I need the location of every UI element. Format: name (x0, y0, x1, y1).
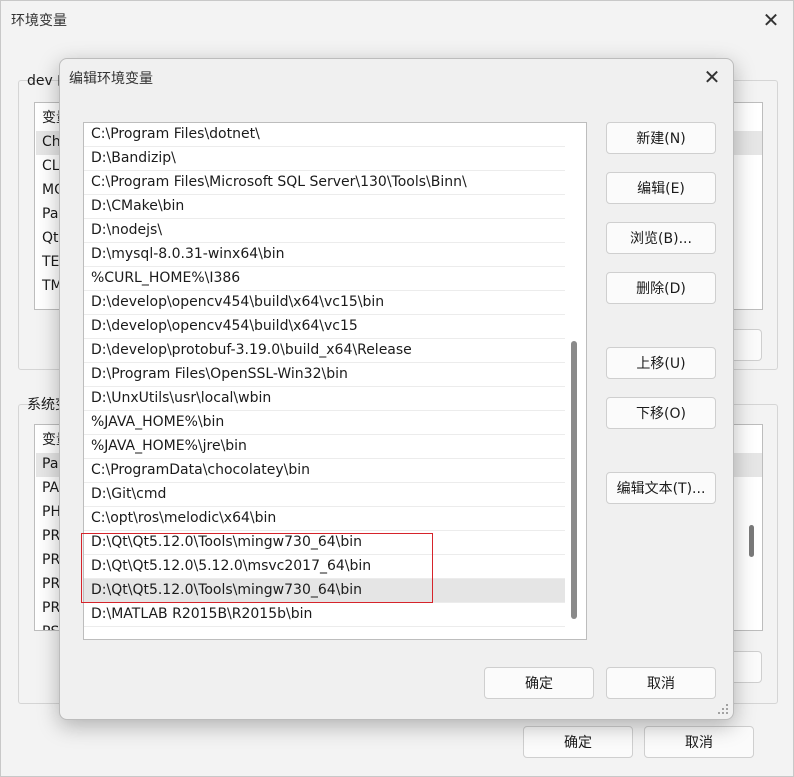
edit-button[interactable]: 编辑(E) (606, 172, 716, 204)
dialog-ok-button[interactable]: 确定 (484, 667, 594, 699)
list-item[interactable]: Pa (42, 202, 58, 226)
list-item[interactable]: PR (42, 572, 60, 596)
parent-ok-button[interactable]: 确定 (523, 726, 633, 758)
resize-grip-icon[interactable] (718, 704, 730, 716)
close-icon[interactable]: ✕ (759, 8, 783, 32)
edit-text-button[interactable]: 编辑文本(T)... (606, 472, 716, 504)
new-button[interactable]: 新建(N) (606, 122, 716, 154)
dialog-cancel-button[interactable]: 取消 (606, 667, 716, 699)
path-list-item[interactable]: %JAVA_HOME%\bin (84, 411, 565, 435)
parent-cancel-button[interactable]: 取消 (644, 726, 754, 758)
list-item[interactable]: PR (42, 548, 60, 572)
path-list-item[interactable]: D:\develop\opencv454\build\x64\vc15 (84, 315, 565, 339)
move-down-button[interactable]: 下移(O) (606, 397, 716, 429)
list-item[interactable]: PS (42, 620, 59, 630)
list-item[interactable]: PR (42, 524, 60, 548)
path-list-item[interactable]: D:\UnxUtils\usr\local\wbin (84, 387, 565, 411)
path-list-scrollbar-thumb[interactable] (571, 341, 577, 619)
list-item[interactable]: PR (42, 596, 60, 620)
system-list-scrollbar[interactable] (749, 525, 754, 557)
path-list-item[interactable]: D:\Git\cmd (84, 483, 565, 507)
list-item[interactable]: Ch (42, 130, 61, 154)
list-item[interactable]: Pa (42, 452, 58, 476)
path-list-item[interactable]: D:\mysql-8.0.31-winx64\bin (84, 243, 565, 267)
path-list-item[interactable]: D:\nodejs\ (84, 219, 565, 243)
list-item[interactable]: CL (42, 154, 60, 178)
dialog-title: 编辑环境变量 (69, 71, 153, 87)
window-title: 环境变量 (11, 13, 67, 29)
path-list-item[interactable]: D:\Bandizip\ (84, 147, 565, 171)
delete-button[interactable]: 删除(D) (606, 272, 716, 304)
list-item[interactable]: PA (42, 476, 59, 500)
path-list-item[interactable]: C:\opt\ros\melodic\x64\bin (84, 507, 565, 531)
path-list-item[interactable]: C:\Program Files\Microsoft SQL Server\13… (84, 171, 565, 195)
list-item[interactable]: Qt (42, 226, 59, 250)
path-list-item[interactable]: D:\Program Files\OpenSSL-Win32\bin (84, 363, 565, 387)
path-list-item[interactable]: D:\MATLAB R2015B\R2015b\bin (84, 603, 565, 627)
path-list[interactable]: C:\Program Files\dotnet\ D:\Bandizip\ C:\P… (83, 122, 587, 640)
move-up-button[interactable]: 上移(U) (606, 347, 716, 379)
path-list-item[interactable]: D:\develop\opencv454\build\x64\vc15\bin (84, 291, 565, 315)
path-list-item[interactable]: %CURL_HOME%\I386 (84, 267, 565, 291)
path-list-item[interactable]: D:\CMake\bin (84, 195, 565, 219)
edit-environment-variable-dialog: 编辑环境变量 ✕ C:\Program Files\dotnet\ D:\Band… (59, 58, 734, 720)
path-list-item[interactable]: %JAVA_HOME%\jre\bin (84, 435, 565, 459)
close-icon[interactable]: ✕ (700, 65, 724, 89)
path-list-item[interactable]: C:\Program Files\dotnet\ (84, 123, 565, 147)
path-list-item[interactable]: D:\develop\protobuf-3.19.0\build_x64\Rel… (84, 339, 565, 363)
list-item[interactable]: TE (42, 250, 59, 274)
browse-button[interactable]: 浏览(B)... (606, 222, 716, 254)
path-list-item[interactable]: D:\Qt\Qt5.12.0\Tools\mingw730_64\bin (84, 579, 565, 603)
path-list-item[interactable]: D:\Qt\Qt5.12.0\5.12.0\msvc2017_64\bin (84, 555, 565, 579)
path-list-item[interactable]: C:\ProgramData\chocolatey\bin (84, 459, 565, 483)
path-list-item[interactable]: D:\Qt\Qt5.12.0\Tools\mingw730_64\bin (84, 531, 565, 555)
